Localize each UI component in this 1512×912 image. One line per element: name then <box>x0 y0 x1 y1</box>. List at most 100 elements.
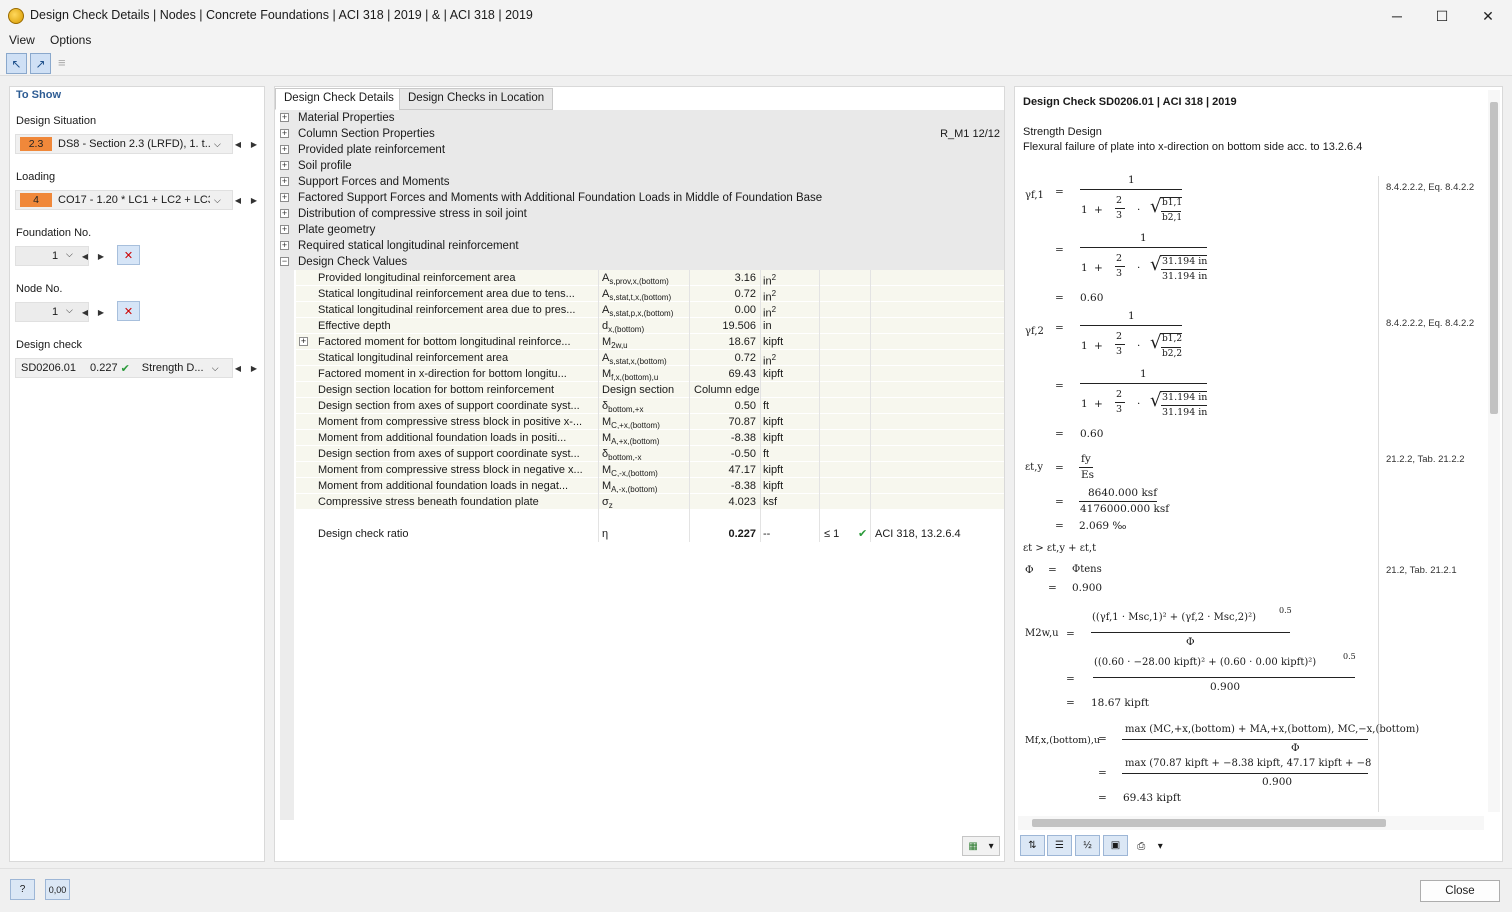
menu-view[interactable]: View <box>9 33 35 47</box>
prev-arrow-icon[interactable]: ◀ <box>80 303 90 321</box>
tree-group-row[interactable]: + Required statical longitudinal reinforc… <box>280 238 1004 254</box>
fraction-line <box>1122 739 1368 740</box>
equals-sign: = <box>1098 767 1107 779</box>
prev-arrow-icon[interactable]: ◀ <box>231 359 245 377</box>
tree-group-row[interactable]: + Material Properties <box>280 110 1004 126</box>
menu-options[interactable]: Options <box>50 33 91 47</box>
tree-group-row[interactable]: + Column Section Properties R_M1 12/12 <box>280 126 1004 142</box>
row-unit: kipft <box>763 414 819 430</box>
tab-design-check-details[interactable]: Design Check Details <box>275 88 403 110</box>
tree-group-row[interactable]: + Plate geometry <box>280 222 1004 238</box>
table-row[interactable]: Design section location for bottom reinf… <box>296 382 1004 398</box>
table-row[interactable]: Statical longitudinal reinforcement area… <box>296 302 1004 320</box>
symbol-sub: A,+x,(bottom) <box>611 437 660 447</box>
expand-toggle-icon[interactable]: + <box>299 337 308 346</box>
b-denominator: b2,2 <box>1162 349 1183 359</box>
tree-group-row[interactable]: + Factored Support Forces and Moments wit… <box>280 190 1004 206</box>
expand-toggle-icon[interactable]: + <box>280 209 289 218</box>
next-arrow-icon[interactable]: ▶ <box>247 359 261 377</box>
close-window-button[interactable]: ✕ <box>1465 0 1511 32</box>
prev-arrow-icon[interactable]: ◀ <box>231 191 245 209</box>
help-icon[interactable]: ? <box>10 879 35 900</box>
vertical-scrollbar[interactable] <box>1488 90 1500 812</box>
table-row[interactable]: Moment from compressive stress block in … <box>296 414 1004 430</box>
horizontal-scrollbar[interactable] <box>1018 816 1484 830</box>
design-check-select[interactable]: SD0206.01 0.227 ✔ Strength D... ⌵ <box>15 358 233 378</box>
tree-group-row[interactable]: + Support Forces and Moments <box>280 174 1004 190</box>
gamma-result: 0.60 <box>1080 428 1104 440</box>
ratio-description: Design check ratio <box>318 528 409 540</box>
table-row[interactable]: Statical longitudinal reinforcement area… <box>296 350 1004 368</box>
loading-select[interactable]: 4 CO17 - 1.20 * LC1 + LC2 + LC3 ⌵ <box>15 190 233 210</box>
hscroll-thumb[interactable] <box>1032 819 1386 827</box>
design-situation-select[interactable]: 2.3 DS8 - Section 2.3 (LRFD), 1. t... ⌵ <box>15 134 233 154</box>
table-row[interactable]: Moment from additional foundation loads … <box>296 430 1004 446</box>
expand-toggle-icon[interactable]: + <box>280 193 289 202</box>
next-arrow-icon[interactable]: ▶ <box>247 191 261 209</box>
table-row[interactable]: Statical longitudinal reinforcement area… <box>296 286 1004 304</box>
row-description: Compressive stress beneath foundation pl… <box>318 496 539 508</box>
table-row[interactable]: Design section from axes of support coor… <box>296 446 1004 462</box>
select-member-icon[interactable]: ↗ <box>30 53 51 74</box>
loading-code: 4 <box>20 193 52 207</box>
tree-group-row[interactable]: + Provided plate reinforcement <box>280 142 1004 158</box>
next-arrow-icon[interactable]: ▶ <box>96 303 106 321</box>
table-row[interactable]: Compressive stress beneath foundation pl… <box>296 494 1004 510</box>
expand-toggle-icon[interactable]: − <box>280 257 289 266</box>
prev-arrow-icon[interactable]: ◀ <box>231 135 245 153</box>
units-button[interactable]: 0,00 <box>45 879 70 900</box>
symbol-sub: s,prov,x,(bottom) <box>609 277 669 287</box>
symbol-main: M <box>602 368 612 380</box>
row-unit: ft <box>763 398 819 414</box>
node-label: Node No. <box>16 283 63 295</box>
expand-toggle-icon[interactable]: + <box>280 113 289 122</box>
foundation-select[interactable]: 1 ⌵ <box>15 246 89 266</box>
tree-group-row[interactable]: + Soil profile <box>280 158 1004 174</box>
list-icon[interactable]: ≡ <box>58 55 74 71</box>
node-select[interactable]: 1 ⌵ <box>15 302 89 322</box>
unit-main: kipft <box>763 464 784 476</box>
row-unit: kipft <box>763 478 819 494</box>
prev-arrow-icon[interactable]: ◀ <box>80 247 90 265</box>
expand-toggle-icon[interactable]: + <box>280 129 289 138</box>
expand-toggle-icon[interactable]: + <box>280 241 289 250</box>
pick-foundation-icon[interactable]: ✕ <box>117 245 140 265</box>
design-check-label: Design check <box>16 339 83 351</box>
next-arrow-icon[interactable]: ▶ <box>247 135 261 153</box>
table-row[interactable]: Provided longitudinal reinforcement area… <box>296 270 1004 288</box>
pick-node-icon[interactable]: ✕ <box>117 301 140 321</box>
expand-toggle-icon[interactable]: + <box>280 225 289 234</box>
print-button[interactable]: ⎙ ▾ <box>1131 836 1169 856</box>
table-row[interactable]: Moment from compressive stress block in … <box>296 462 1004 478</box>
formula-icon[interactable]: ½ <box>1075 835 1100 856</box>
table-row[interactable]: Effective depth dx,(bottom) 19.506 in <box>296 318 1004 334</box>
expand-toggle-icon[interactable]: + <box>280 145 289 154</box>
tree-group-row[interactable]: + Distribution of compressive stress in s… <box>280 206 1004 222</box>
table-row[interactable]: Factored moment for bottom longitudinal … <box>296 334 1004 350</box>
select-icon[interactable]: ↖ <box>6 53 27 74</box>
design-ratio-row[interactable]: Design check ratio η 0.227 -- ≤ 1 ✔ ACI 318, 1… <box>296 526 1004 542</box>
table-row[interactable]: Moment from additional foundation loads … <box>296 478 1004 494</box>
mfx-symbol: Mf,x,(bottom),u <box>1025 735 1101 746</box>
foundation-value: 1 <box>52 250 59 262</box>
maximize-button[interactable]: ☐ <box>1419 0 1465 32</box>
next-arrow-icon[interactable]: ▶ <box>96 247 106 265</box>
minimize-button[interactable]: ─ <box>1374 0 1420 32</box>
tree-group-row[interactable]: − Design Check Values <box>280 254 1004 270</box>
tab-design-checks-in-location[interactable]: Design Checks in Location <box>399 88 554 110</box>
expand-toggle-icon[interactable]: + <box>280 177 289 186</box>
reference-phi: 21.2, Tab. 21.2.1 <box>1386 565 1457 576</box>
table-row[interactable]: Factored moment in x-direction for botto… <box>296 366 1004 382</box>
scroll-thumb[interactable] <box>1490 102 1498 414</box>
swap-icon[interactable]: ⇅ <box>1020 835 1045 856</box>
table-row[interactable]: Design section from axes of support coor… <box>296 398 1004 414</box>
close-button[interactable]: Close <box>1420 880 1500 902</box>
expand-toggle-icon[interactable]: + <box>280 161 289 170</box>
ratio-limit: ≤ 1 <box>824 528 840 540</box>
row-description: Moment from additional foundation loads … <box>318 432 567 444</box>
layout-icon[interactable]: ▣ <box>1103 835 1128 856</box>
chevron-down-icon: ⌵ <box>211 362 219 373</box>
chevron-down-icon: ▾ <box>1157 840 1163 852</box>
sort-list-icon[interactable]: ☰ <box>1047 835 1072 856</box>
export-button[interactable]: ▦ ▾ <box>962 836 1000 856</box>
